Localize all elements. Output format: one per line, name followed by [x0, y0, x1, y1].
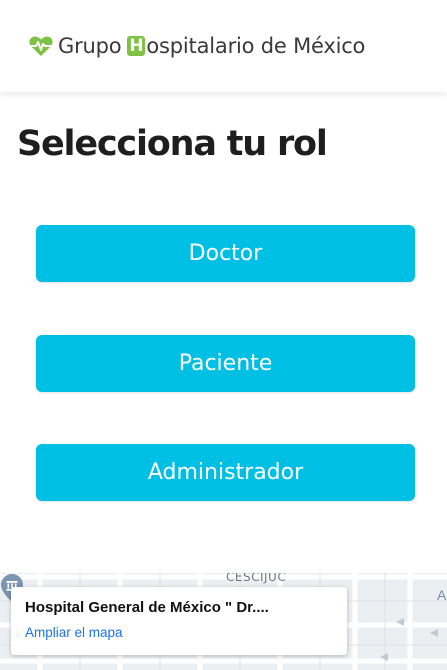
page-title: Selecciona tu rol [17, 124, 328, 164]
role-admin-button[interactable]: Administrador [36, 444, 415, 501]
app-header: Grupo H ospitalario de México [0, 0, 447, 92]
heartbeat-icon [29, 36, 53, 56]
map-street-label: CESCIJUC [226, 573, 287, 584]
map-place-name: Hospital General de México " Dr.... [25, 599, 269, 616]
map-edge-label: A [437, 587, 447, 603]
brand-name: Grupo H ospitalario de México [58, 34, 365, 58]
role-doctor-button[interactable]: Doctor [36, 225, 415, 282]
map-place-card: Hospital General de México " Dr.... Ampl… [11, 587, 347, 655]
role-patient-button[interactable]: Paciente [36, 335, 415, 392]
brand-prefix: Grupo [58, 34, 122, 58]
expand-map-link[interactable]: Ampliar el mapa [25, 625, 123, 640]
brand-h-badge: H [127, 36, 146, 56]
brand-logo[interactable]: Grupo H ospitalario de México [28, 34, 365, 58]
brand-suffix: ospitalario de México [146, 34, 366, 58]
embedded-map[interactable]: CESCIJUC A Hospital General de México " … [0, 573, 447, 670]
